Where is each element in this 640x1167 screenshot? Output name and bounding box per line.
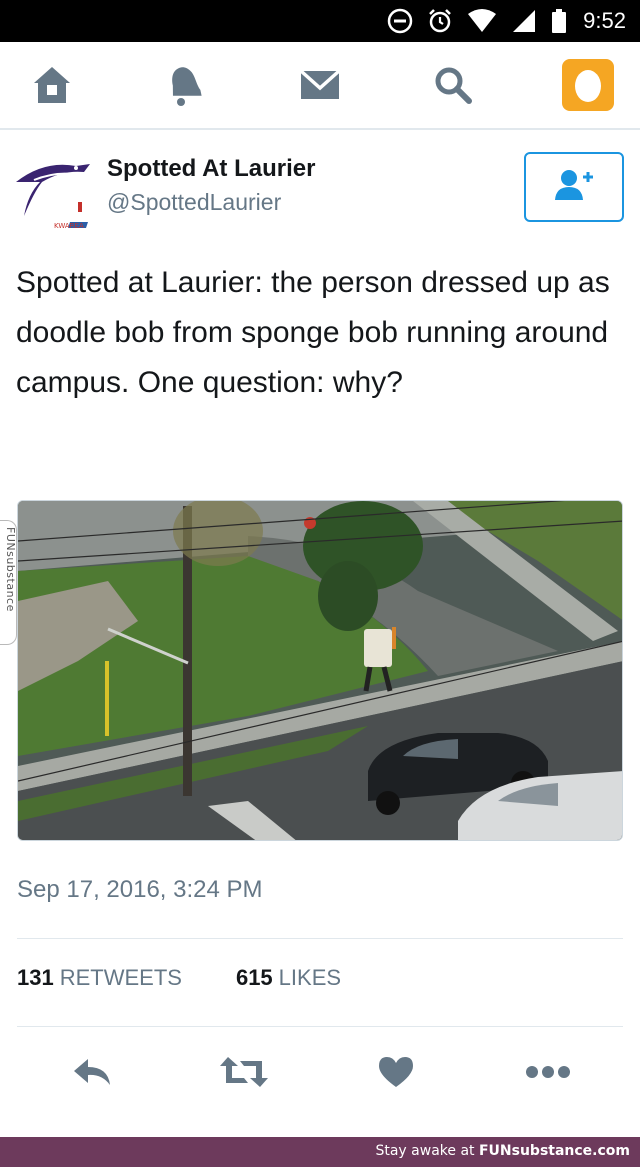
do-not-disturb-icon	[387, 8, 413, 34]
footer-prefix: Stay awake at	[375, 1143, 479, 1159]
footer-brand: FUNsubstance.com	[478, 1143, 630, 1159]
tweet-author: KWAREA Spotted At Laurier @SpottedLaurie…	[0, 130, 640, 240]
retweet-button[interactable]	[214, 1052, 274, 1096]
like-button[interactable]	[366, 1052, 426, 1096]
messages-icon	[298, 63, 342, 107]
profile-icon	[561, 58, 615, 112]
follow-button[interactable]	[524, 152, 624, 222]
watermark-footer: Stay awake at FUNsubstance.com	[0, 1137, 640, 1167]
home-icon	[30, 63, 74, 107]
notifications-tab[interactable]	[145, 42, 225, 128]
author-handle[interactable]: @SpottedLaurier	[107, 189, 281, 216]
watermark-side-text: FUNsubstance	[4, 527, 17, 612]
avatar-logo-text: KWAREA	[54, 222, 84, 230]
cell-signal-icon	[511, 8, 537, 34]
divider	[17, 938, 623, 939]
alarm-icon	[427, 8, 453, 34]
more-button[interactable]	[518, 1052, 578, 1096]
likes-label[interactable]: LIKES	[279, 965, 341, 991]
likes-count[interactable]: 615	[236, 965, 273, 991]
tweet-photo[interactable]	[17, 500, 623, 841]
avatar[interactable]: KWAREA	[14, 152, 94, 232]
status-bar: 9:52	[0, 0, 640, 42]
retweet-icon	[218, 1055, 270, 1094]
search-tab[interactable]	[413, 42, 493, 128]
like-icon	[377, 1055, 415, 1094]
divider	[17, 1026, 623, 1027]
battery-icon	[551, 8, 567, 34]
reply-icon	[72, 1055, 112, 1094]
tweet-text: Spotted at Laurier: the person dressed u…	[16, 266, 610, 399]
tweet-timestamp: Sep 17, 2016, 3:24 PM	[17, 876, 263, 903]
notifications-icon	[163, 63, 207, 107]
retweets-count[interactable]: 131	[17, 965, 54, 991]
home-tab[interactable]	[12, 42, 92, 128]
search-icon	[431, 63, 475, 107]
tweet-stats: 131 RETWEETS 615 LIKES	[17, 965, 395, 1005]
retweets-label[interactable]: RETWEETS	[60, 965, 182, 991]
status-time: 9:52	[583, 8, 626, 33]
wifi-icon	[467, 8, 497, 34]
reply-button[interactable]	[62, 1052, 122, 1096]
watermark-side-tab: FUNsubstance	[0, 520, 17, 645]
add-user-icon	[554, 168, 594, 207]
tweet-actions	[0, 1040, 640, 1110]
profile-tab[interactable]	[548, 42, 628, 128]
messages-tab[interactable]	[280, 42, 360, 128]
author-display-name[interactable]: Spotted At Laurier	[107, 155, 315, 183]
more-icon	[525, 1064, 571, 1085]
top-navigation	[0, 42, 640, 130]
